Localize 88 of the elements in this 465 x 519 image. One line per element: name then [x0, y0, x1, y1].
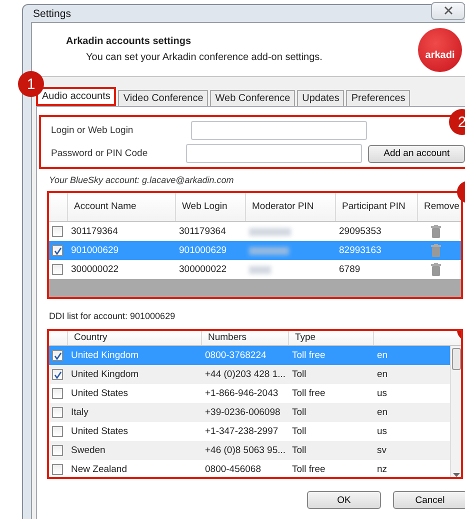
table-cell-text: 901000629 — [70, 245, 120, 256]
tab[interactable]: Audio accounts — [36, 87, 116, 106]
table-cell-text: New Zealand — [70, 464, 128, 476]
table-cell-text: en — [376, 350, 389, 362]
blurred-pin — [249, 266, 271, 274]
column-header: Account Name — [67, 193, 175, 221]
close-icon — [444, 6, 452, 15]
input-field[interactable] — [191, 121, 367, 140]
header-title: Arkadin accounts settings — [66, 36, 192, 47]
table-cell-text: Sweden — [70, 445, 106, 456]
table-cell-text: us — [376, 426, 388, 438]
window-title: Settings — [33, 8, 71, 20]
table-cell-text: 901000629 — [178, 245, 228, 256]
table-cell-text: Toll free — [291, 350, 326, 362]
checkbox[interactable] — [52, 388, 63, 400]
table-cell-text: us — [376, 388, 388, 400]
header-subtitle: You can set your Arkadin conference add-on settings. — [85, 52, 322, 63]
ddi-row[interactable]: United Kingdom +44 (0)203 428 1... Toll en — [49, 365, 450, 384]
column-header: Participant PIN — [335, 193, 417, 221]
scrollbar[interactable] — [450, 346, 461, 477]
checkbox[interactable] — [52, 264, 63, 275]
add-account-button[interactable]: Add an account — [368, 144, 465, 162]
column-header: Web Login — [175, 193, 245, 221]
column-header: Country — [67, 331, 201, 346]
table-cell-text: +44 (0)203 428 1... — [204, 369, 287, 380]
dialog-button[interactable]: Cancel — [393, 491, 465, 509]
field-label: Login or Web Login — [51, 125, 134, 136]
table-cell-text: +39-0236-006098 — [204, 407, 282, 418]
scroll-thumb[interactable] — [452, 348, 460, 370]
table-cell-text: +1-347-238-2997 — [204, 426, 280, 438]
field-label: Password or PIN Code — [51, 148, 149, 159]
table-cell-text: 301179364 — [70, 226, 119, 237]
table-cell-text: 0800-456068 — [204, 464, 262, 476]
checkbox[interactable] — [52, 464, 63, 476]
callout-badge: 1 — [18, 71, 44, 97]
checkbox[interactable] — [52, 445, 63, 456]
tab[interactable]: Web Conference — [210, 90, 296, 106]
checkbox[interactable] — [52, 426, 63, 438]
trash-icon[interactable] — [431, 263, 441, 276]
column-header: Type — [288, 331, 373, 346]
table-cell-text: United Kingdom — [70, 350, 140, 362]
table-cell-text: nz — [376, 464, 388, 476]
ddi-label: DDI list for account: 901000629 — [48, 310, 176, 323]
table-cell-text: +1-866-946-2043 — [204, 388, 280, 400]
checkbox[interactable] — [52, 407, 63, 418]
ddi-row[interactable]: Sweden +46 (0)8 5063 95... Toll sv — [49, 441, 450, 460]
table-cell-text: 300000022 — [70, 264, 120, 275]
table-cell-text: United States — [70, 426, 130, 438]
table-cell-text: 29095353 — [338, 226, 382, 237]
table-cell-text: Italy — [70, 407, 90, 418]
table-cell-text: Toll free — [291, 464, 326, 476]
table-cell-text: 0800-3768224 — [204, 350, 268, 362]
table-cell-text: Toll free — [291, 388, 326, 400]
table-cell-text: 82993163 — [338, 245, 382, 256]
blurred-pin — [249, 228, 291, 236]
table-cell-text: United States — [70, 388, 130, 400]
scroll-down-icon[interactable] — [452, 473, 460, 477]
checkbox[interactable] — [52, 350, 63, 362]
table-cell-text: +46 (0)8 5063 95... — [204, 445, 287, 456]
trash-icon[interactable] — [431, 225, 441, 238]
tab[interactable]: Preferences — [346, 90, 410, 106]
column-header: Moderator PIN — [245, 193, 335, 221]
callout-badge: 2 — [449, 109, 465, 135]
table-cell-text: Toll — [291, 445, 308, 456]
dialog-button[interactable]: OK — [307, 491, 381, 509]
column-header: Numbers — [201, 331, 288, 346]
bluesky-account-text: Your BlueSky account: g.lacave@arkadin.com — [48, 174, 235, 187]
ddi-row[interactable]: Italy +39-0236-006098 Toll en — [49, 403, 450, 422]
column-header: Remove — [417, 193, 465, 221]
table-cell-text: 300000022 — [178, 264, 228, 275]
table-cell-text: Toll — [291, 407, 308, 418]
checkbox[interactable] — [52, 226, 63, 237]
table-cell-text: 301179364 — [178, 226, 227, 237]
table-cell-text: 6789 — [338, 264, 362, 275]
table-cell-text: sv — [376, 445, 388, 456]
table-cell-text: Toll — [291, 426, 308, 438]
close-button[interactable] — [431, 2, 465, 20]
blurred-pin — [249, 246, 289, 254]
tab[interactable]: Video Conference — [118, 90, 208, 106]
table-cell-text: en — [376, 407, 389, 418]
checkbox[interactable] — [52, 369, 63, 380]
table-cell-text: Toll — [291, 369, 308, 380]
logo: arkadi — [418, 28, 462, 72]
input-field[interactable] — [186, 144, 362, 163]
table-cell-text: en — [376, 369, 389, 380]
tab[interactable]: Updates — [297, 90, 344, 106]
table-cell-text: United Kingdom — [70, 369, 140, 380]
checkbox[interactable] — [52, 245, 63, 256]
